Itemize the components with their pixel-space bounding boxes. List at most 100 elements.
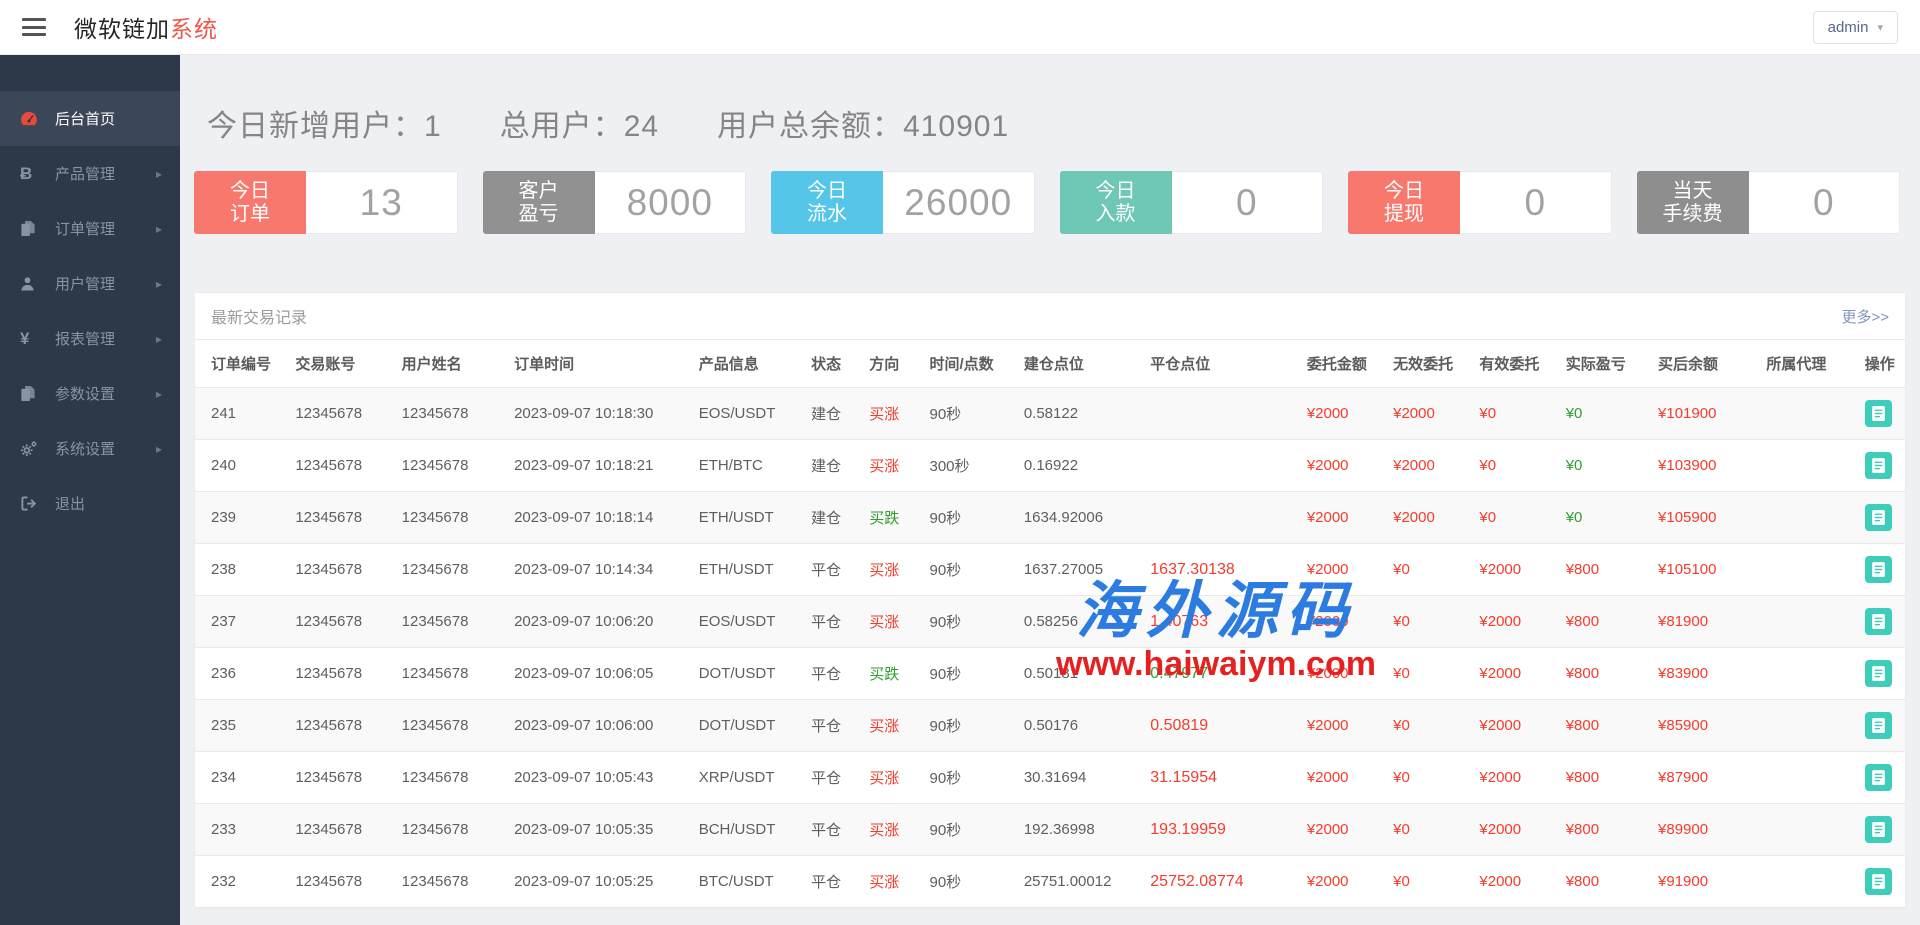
cell-product: ETH/BTC (689, 440, 801, 492)
stat-value: 1 (424, 110, 442, 143)
column-header: 时间/点数 (920, 340, 1014, 388)
sidebar-item-bitcoin[interactable]: Ƀ 产品管理 ▸ (0, 146, 180, 201)
cell-status: 建仓 (801, 440, 859, 492)
app-title: 微软链加系统 (74, 10, 218, 44)
cell-actions (1855, 856, 1905, 908)
sidebar-item-params[interactable]: 参数设置 ▸ (0, 366, 180, 421)
cell-status: 平仓 (801, 752, 859, 804)
view-order-button[interactable] (1865, 712, 1892, 739)
cell-order-id: 232 (195, 856, 285, 908)
cell-status: 平仓 (801, 804, 859, 856)
cell-order-id: 237 (195, 596, 285, 648)
cell-invalid-entrust: ¥2000 (1383, 440, 1469, 492)
cell-username: 12345678 (392, 752, 504, 804)
cell-entrust-amount: ¥2000 (1297, 544, 1383, 596)
stat-card-value: 8000 (595, 171, 747, 234)
sidebar-item-logout[interactable]: 退出 (0, 476, 180, 531)
cell-username: 12345678 (392, 700, 504, 752)
cell-actions (1855, 752, 1905, 804)
stat-card-value: 0 (1749, 171, 1901, 234)
cell-close-price: 1637.30138 (1140, 544, 1297, 596)
cell-agent (1756, 648, 1854, 700)
cell-open-price: 25751.00012 (1014, 856, 1140, 908)
logout-icon (20, 496, 42, 511)
column-header: 产品信息 (689, 340, 801, 388)
view-order-button[interactable] (1865, 452, 1892, 479)
cell-status: 平仓 (801, 544, 859, 596)
stat-card-label: 今日提现 (1348, 171, 1460, 234)
cell-entrust-amount: ¥2000 (1297, 752, 1383, 804)
cell-product: BCH/USDT (689, 804, 801, 856)
sidebar-item-yen[interactable]: ¥ 报表管理 ▸ (0, 311, 180, 366)
topbar: 微软链加系统 admin ▾ (0, 0, 1920, 55)
cell-account: 12345678 (285, 648, 391, 700)
cell-status: 平仓 (801, 596, 859, 648)
cell-actual-profit: ¥800 (1556, 700, 1648, 752)
cell-agent (1756, 856, 1854, 908)
more-link[interactable]: 更多>> (1841, 306, 1889, 327)
stat-cards: 今日订单 13 客户盈亏 8000 今日流水 26000 今日入款 0 今日提现… (194, 171, 1900, 234)
cell-close-price: 25752.08774 (1140, 856, 1297, 908)
app-title-primary: 微软链加 (74, 16, 170, 42)
view-order-button[interactable] (1865, 868, 1892, 895)
cell-product: EOS/USDT (689, 596, 801, 648)
stat-card-label: 当天手续费 (1637, 171, 1749, 234)
view-order-button[interactable] (1865, 816, 1892, 843)
cell-agent (1756, 804, 1854, 856)
table-row: 23412345678123456782023-09-07 10:05:43XR… (195, 752, 1905, 804)
cell-invalid-entrust: ¥0 (1383, 648, 1469, 700)
view-order-button[interactable] (1865, 504, 1892, 531)
sidebar-item-settings[interactable]: 系统设置 ▸ (0, 421, 180, 476)
sidebar-item-orders[interactable]: 订单管理 ▸ (0, 201, 180, 256)
column-header: 建仓点位 (1014, 340, 1140, 388)
column-header: 委托金额 (1297, 340, 1383, 388)
cell-close-price: 0.50819 (1140, 700, 1297, 752)
chevron-right-icon: ▸ (156, 387, 162, 401)
cell-order-id: 235 (195, 700, 285, 752)
cell-direction: 买涨 (859, 856, 919, 908)
cell-open-price: 30.31694 (1014, 752, 1140, 804)
cell-username: 12345678 (392, 544, 504, 596)
chevron-right-icon: ▸ (156, 222, 162, 236)
view-order-button[interactable] (1865, 608, 1892, 635)
view-order-button[interactable] (1865, 660, 1892, 687)
user-menu-button[interactable]: admin ▾ (1813, 11, 1898, 44)
sidebar-item-dashboard[interactable]: 后台首页 (0, 91, 180, 146)
cell-status: 建仓 (801, 388, 859, 440)
cell-direction: 买涨 (859, 752, 919, 804)
cell-actions (1855, 544, 1905, 596)
cell-duration: 90秒 (920, 648, 1014, 700)
cell-order-id: 233 (195, 804, 285, 856)
cell-invalid-entrust: ¥0 (1383, 544, 1469, 596)
cell-actions (1855, 648, 1905, 700)
view-order-button[interactable] (1865, 764, 1892, 791)
cell-username: 12345678 (392, 492, 504, 544)
cell-agent (1756, 700, 1854, 752)
stat-label: 今日新增用户： (207, 110, 424, 143)
cell-status: 平仓 (801, 700, 859, 752)
cell-order-id: 239 (195, 492, 285, 544)
cell-close-price: 31.15954 (1140, 752, 1297, 804)
view-order-button[interactable] (1865, 556, 1892, 583)
cell-actions (1855, 804, 1905, 856)
column-header: 订单编号 (195, 340, 285, 388)
cell-agent (1756, 440, 1854, 492)
stat-card: 今日入款 0 (1060, 171, 1324, 234)
cell-status: 建仓 (801, 492, 859, 544)
cell-account: 12345678 (285, 856, 391, 908)
menu-icon[interactable] (22, 18, 46, 36)
cell-direction: 买涨 (859, 804, 919, 856)
table-row: 24012345678123456782023-09-07 10:18:21ET… (195, 440, 1905, 492)
user-icon (20, 276, 42, 291)
cell-entrust-amount: ¥2000 (1297, 856, 1383, 908)
cell-invalid-entrust: ¥0 (1383, 856, 1469, 908)
cell-order-time: 2023-09-07 10:14:34 (504, 544, 689, 596)
app-title-accent: 系统 (170, 16, 218, 42)
cell-username: 12345678 (392, 856, 504, 908)
sidebar-item-user[interactable]: 用户管理 ▸ (0, 256, 180, 311)
column-header: 实际盈亏 (1556, 340, 1648, 388)
cell-open-price: 0.58122 (1014, 388, 1140, 440)
cell-open-price: 192.36998 (1014, 804, 1140, 856)
cell-order-time: 2023-09-07 10:06:00 (504, 700, 689, 752)
view-order-button[interactable] (1865, 400, 1892, 427)
